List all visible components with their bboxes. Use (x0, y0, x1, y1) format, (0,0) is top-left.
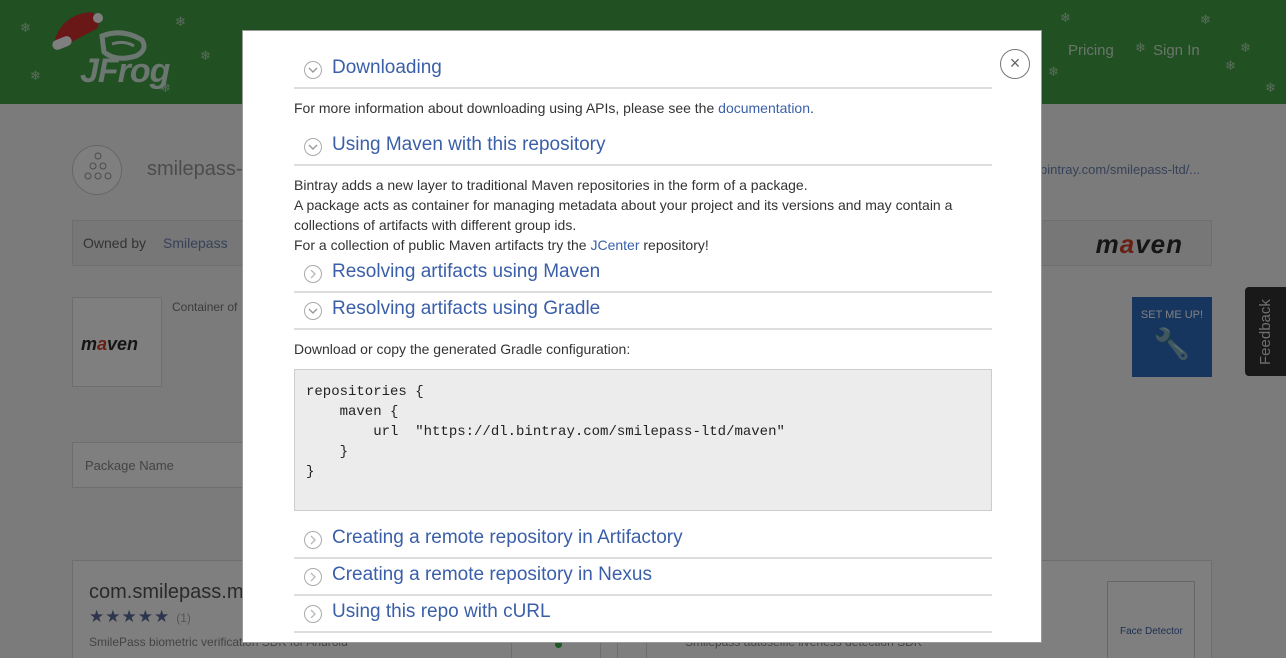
section-title: Downloading (332, 57, 442, 78)
close-button[interactable]: × (1000, 49, 1030, 79)
downloading-text: For more information about downloading u… (294, 98, 992, 118)
section-nexus[interactable]: Creating a remote repository in Nexus (294, 564, 992, 596)
section-resolve-gradle[interactable]: Resolving artifacts using Gradle (294, 298, 992, 330)
set-me-up-modal: × Downloading For more information about… (242, 30, 1042, 643)
section-title: Creating a remote repository in Artifact… (332, 527, 683, 548)
section-downloading[interactable]: Downloading (294, 57, 992, 89)
section-title: Resolving artifacts using Gradle (332, 298, 601, 319)
maven-text-part: repository! (639, 237, 709, 253)
jcenter-link[interactable]: JCenter (590, 237, 639, 253)
section-title: Using Maven with this repository (332, 134, 606, 155)
maven-text-line: A package acts as container for managing… (294, 197, 953, 233)
downloading-text-part: For more information about downloading u… (294, 100, 719, 116)
chevron-down-icon (304, 61, 322, 79)
chevron-right-icon (304, 605, 322, 623)
gradle-text: Download or copy the generated Gradle co… (294, 341, 631, 357)
chevron-right-icon (304, 568, 322, 586)
chevron-down-icon (304, 302, 322, 320)
chevron-down-icon (304, 138, 322, 156)
section-title: Resolving artifacts using Maven (332, 261, 601, 282)
maven-text-line: Bintray adds a new layer to traditional … (294, 177, 808, 193)
section-title: Using this repo with cURL (332, 601, 551, 622)
maven-text-line: For a collection of public Maven artifac… (294, 235, 992, 255)
chevron-right-icon (304, 531, 322, 549)
downloading-text-part: . (810, 100, 814, 116)
section-maven-repository[interactable]: Using Maven with this repository (294, 134, 992, 166)
gradle-code-block[interactable]: repositories { maven { url "https://dl.b… (294, 369, 992, 511)
close-icon: × (1009, 53, 1021, 73)
chevron-right-icon (304, 265, 322, 283)
gradle-code[interactable]: repositories { maven { url "https://dl.b… (306, 382, 785, 482)
maven-text-part: For a collection of public Maven artifac… (294, 237, 591, 253)
maven-text: Bintray adds a new layer to traditional … (294, 175, 992, 255)
section-title: Creating a remote repository in Nexus (332, 564, 652, 585)
documentation-link[interactable]: documentation (718, 100, 810, 116)
section-artifactory[interactable]: Creating a remote repository in Artifact… (294, 527, 992, 559)
section-resolve-maven[interactable]: Resolving artifacts using Maven (294, 261, 992, 293)
section-curl[interactable]: Using this repo with cURL (294, 601, 992, 633)
